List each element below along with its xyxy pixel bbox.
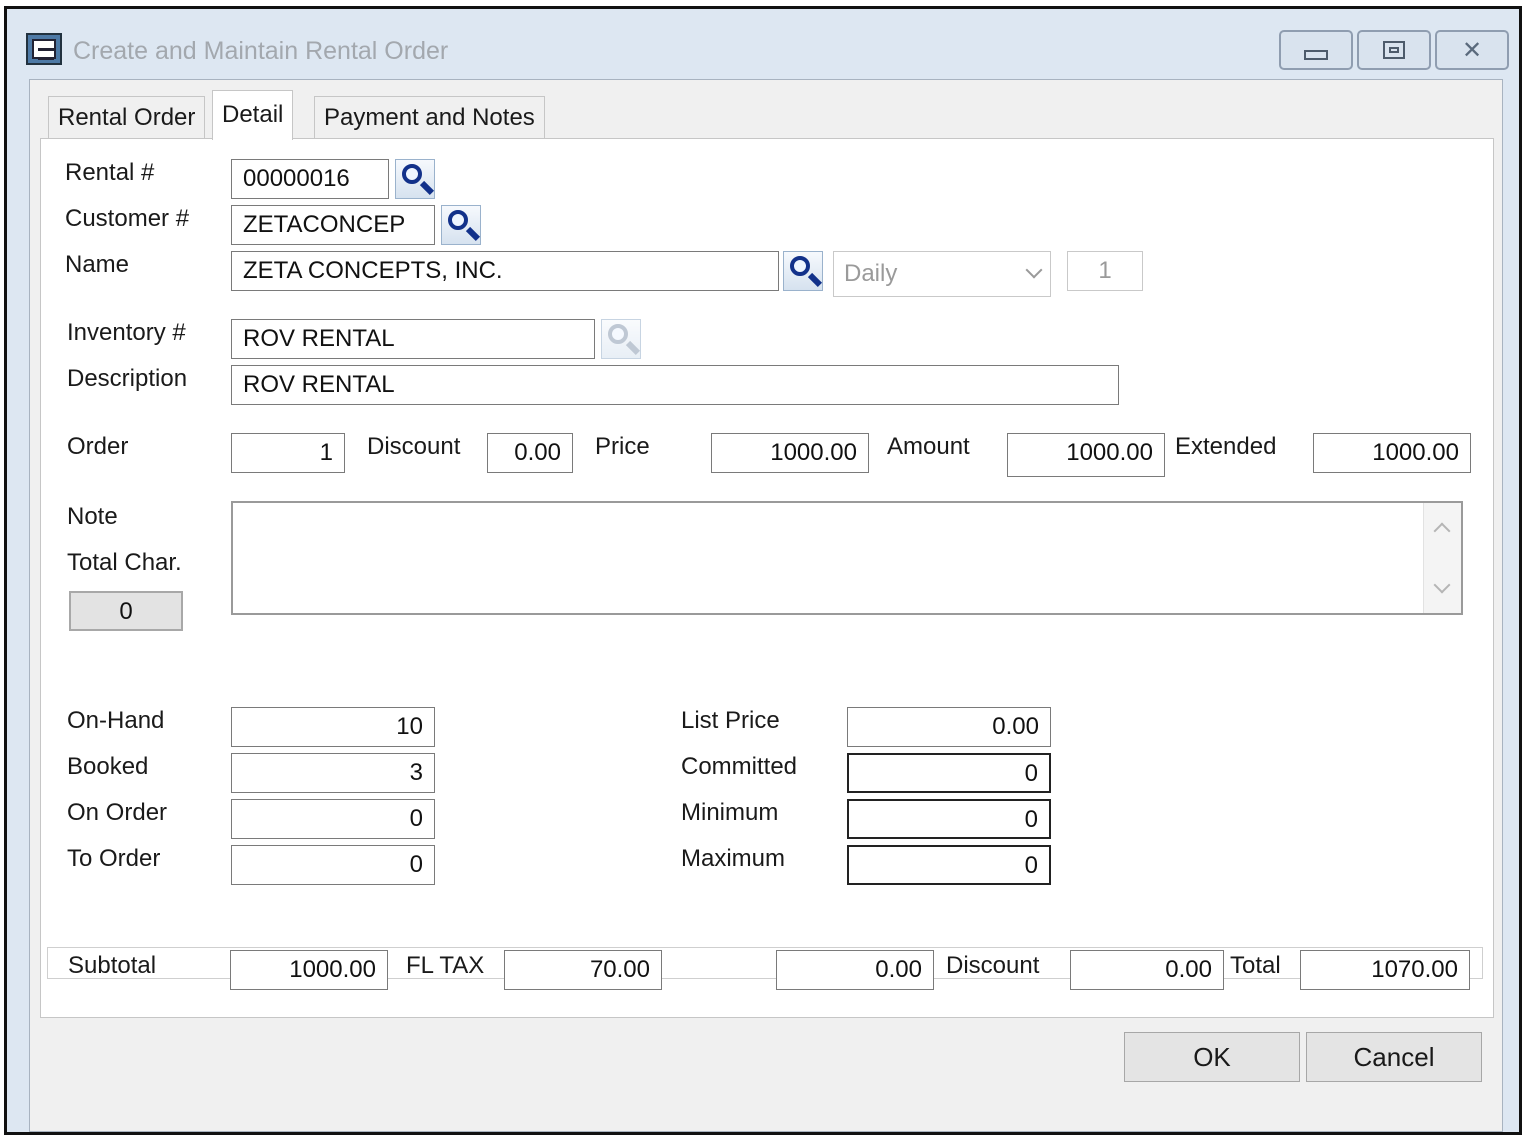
customer-number-label: Customer # (65, 205, 190, 232)
on-hand-label: On-Hand (67, 707, 165, 734)
amount-field[interactable]: 1000.00 (1007, 433, 1165, 477)
tax-field[interactable]: 70.00 (504, 950, 662, 990)
rental-lookup-button[interactable] (395, 159, 435, 199)
total-field[interactable]: 1070.00 (1300, 950, 1470, 990)
rental-order-window: Create and Maintain Rental Order ✕ Renta… (4, 6, 1522, 1135)
note-scrollbar[interactable] (1423, 503, 1461, 613)
search-icon (608, 324, 628, 344)
booked-label: Booked (67, 753, 149, 780)
subtotal-label: Subtotal (68, 952, 157, 979)
window-title: Create and Maintain Rental Order (73, 37, 449, 65)
total-discount-label: Discount (946, 952, 1040, 979)
order-qty-field[interactable]: 1 (231, 433, 345, 473)
extended-label: Extended (1175, 433, 1277, 460)
rental-period-select[interactable]: Daily (833, 251, 1051, 297)
order-label: Order (67, 433, 129, 460)
line-discount-field[interactable]: 0.00 (487, 433, 573, 473)
close-button[interactable]: ✕ (1435, 30, 1509, 70)
note-label: Note (67, 503, 118, 530)
scroll-down-icon[interactable] (1433, 576, 1451, 594)
dialog-body: Rental Order Detail Payment and Notes Re… (29, 79, 1503, 1132)
chevron-down-icon (1025, 261, 1043, 279)
list-price-field[interactable]: 0.00 (847, 707, 1051, 747)
total-label: Total (1230, 952, 1281, 979)
totals-row: Subtotal 1000.00 FL TAX 70.00 0.00 Disco… (40, 932, 1494, 1018)
committed-label: Committed (681, 753, 798, 780)
close-icon: ✕ (1461, 36, 1483, 64)
total-discount-field[interactable]: 0.00 (1070, 950, 1224, 990)
inventory-lookup-button[interactable] (601, 319, 641, 359)
search-icon (448, 210, 468, 230)
inventory-number-field[interactable]: ROV RENTAL (231, 319, 595, 359)
name-label: Name (65, 251, 130, 278)
minimum-field[interactable]: 0 (847, 799, 1051, 839)
search-icon (790, 256, 810, 276)
minimize-icon (1304, 50, 1328, 60)
description-label: Description (67, 365, 188, 392)
tab-rental-order[interactable]: Rental Order (48, 96, 206, 140)
list-price-label: List Price (681, 707, 780, 734)
name-field[interactable]: ZETA CONCEPTS, INC. (231, 251, 779, 291)
maximize-icon (1383, 41, 1405, 59)
subtotal-field[interactable]: 1000.00 (230, 950, 388, 990)
booked-field[interactable]: 3 (231, 753, 435, 793)
period-qty-field[interactable]: 1 (1067, 251, 1143, 291)
amount-label: Amount (887, 433, 970, 460)
minimum-label: Minimum (681, 799, 779, 826)
description-field[interactable]: ROV RENTAL (231, 365, 1119, 405)
other-charge-field[interactable]: 0.00 (776, 950, 934, 990)
tab-detail[interactable]: Detail (212, 90, 294, 140)
maximum-field[interactable]: 0 (847, 845, 1051, 885)
total-char-label: Total Char. (67, 549, 182, 576)
note-textarea[interactable] (231, 501, 1463, 615)
minimize-button[interactable] (1279, 30, 1353, 70)
rental-period-value: Daily (844, 260, 898, 287)
search-icon (402, 164, 422, 184)
tab-payment-and-notes[interactable]: Payment and Notes (314, 96, 545, 140)
scroll-up-icon[interactable] (1433, 522, 1451, 540)
on-order-field[interactable]: 0 (231, 799, 435, 839)
to-order-field[interactable]: 0 (231, 845, 435, 885)
inventory-number-label: Inventory # (67, 319, 186, 346)
rental-number-field[interactable]: 00000016 (231, 159, 389, 199)
customer-lookup-button[interactable] (441, 205, 481, 245)
tax-label: FL TAX (406, 952, 485, 979)
app-icon[interactable] (26, 33, 62, 65)
on-order-label: On Order (67, 799, 168, 826)
ok-button[interactable]: OK (1124, 1032, 1300, 1082)
name-lookup-button[interactable] (783, 251, 823, 291)
to-order-label: To Order (67, 845, 161, 872)
extended-field[interactable]: 1000.00 (1313, 433, 1471, 473)
title-bar: Create and Maintain Rental Order ✕ (7, 9, 1519, 79)
committed-field[interactable]: 0 (847, 753, 1051, 793)
maximum-label: Maximum (681, 845, 786, 872)
rental-number-label: Rental # (65, 159, 155, 186)
detail-panel: Rental # 00000016 Customer # ZETACONCEP … (40, 138, 1494, 1018)
line-discount-label: Discount (367, 433, 461, 460)
cancel-button[interactable]: Cancel (1306, 1032, 1482, 1082)
maximize-button[interactable] (1357, 30, 1431, 70)
customer-number-field[interactable]: ZETACONCEP (231, 205, 435, 245)
on-hand-field[interactable]: 10 (231, 707, 435, 747)
price-label: Price (595, 433, 650, 460)
price-field[interactable]: 1000.00 (711, 433, 869, 473)
total-char-count: 0 (69, 591, 183, 631)
